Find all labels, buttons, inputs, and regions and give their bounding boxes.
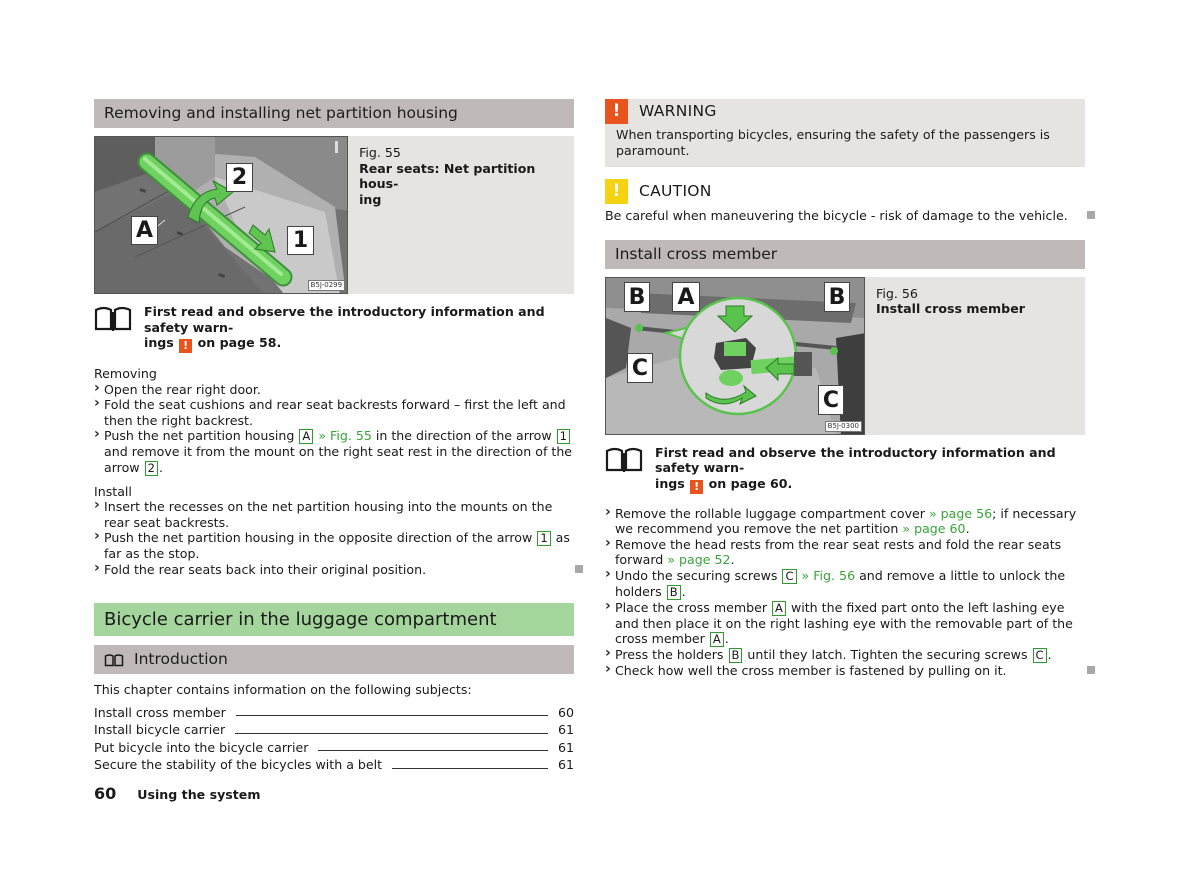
figure-56: B A B C C B5J-0300 Fig. 56 Install cross…: [605, 276, 1085, 435]
warning-icon: !: [605, 99, 628, 124]
label-2: 2: [226, 163, 253, 192]
step: Undo the securing screws C » Fig. 56 and…: [605, 567, 1085, 600]
book-icon: [94, 306, 132, 331]
page-number: 60: [94, 784, 117, 803]
ref-box-1: 1: [556, 429, 570, 444]
figure-code: B5J-0299: [307, 280, 346, 291]
figure-56-illustration: B A B C C B5J-0300: [605, 276, 865, 435]
warning-mark-icon: !: [690, 479, 704, 494]
section-end-marker: [575, 564, 583, 573]
install-heading: Install: [94, 483, 132, 499]
page-link[interactable]: on page 60.: [709, 476, 793, 491]
step: Place the cross member A with the fixed …: [605, 599, 1085, 647]
page-footer: 60 Using the system: [94, 786, 260, 803]
section-heading-net-partition: Removing and installing net partition ho…: [94, 99, 574, 128]
page-link[interactable]: » page 52: [667, 552, 730, 567]
figure-code: B5J-0300: [824, 420, 862, 432]
label-b-right: B: [824, 281, 850, 312]
step: Check how well the cross member is faste…: [605, 662, 1095, 679]
book-icon: [104, 653, 124, 666]
step: Push the net partition housing in the op…: [94, 529, 574, 562]
install-steps: Remove the rollable luggage compartment …: [605, 505, 1095, 679]
caution-title: CAUTION: [639, 181, 712, 200]
step: Open the rear right door.: [94, 381, 574, 398]
section-heading-cross-member: Install cross member: [605, 239, 1085, 269]
warning-mark-icon: !: [179, 339, 193, 353]
step: Fold the seat cushions and rear seat bac…: [94, 396, 574, 428]
caution-text: Be careful when maneuvering the bicycle …: [605, 208, 1068, 223]
removing-heading: Removing: [94, 366, 157, 381]
label-c-left: C: [627, 352, 653, 383]
right-column: ! WARNING When transporting bicycles, en…: [605, 99, 1095, 679]
ref-box-1: 1: [537, 531, 551, 546]
step: Remove the head rests from the rear seat…: [605, 536, 1085, 568]
page-link[interactable]: » page 60: [902, 521, 965, 536]
toc-item[interactable]: Secure the stability of the bicycles wit…: [94, 755, 574, 773]
label-a: A: [672, 281, 700, 312]
step: Press the holders B until they latch. Ti…: [605, 646, 1085, 663]
warning-title: WARNING: [639, 101, 717, 120]
step: Push the net partition housing A » Fig. …: [94, 427, 574, 476]
step: Fold the rear seats back into their orig…: [94, 561, 583, 578]
notice-ref: ings ! on page 60.: [655, 475, 793, 494]
toc-list: Install cross member 60 Install bicycle c…: [94, 703, 574, 773]
figure-title: Install cross member: [876, 301, 1025, 316]
toc-item[interactable]: Put bicycle into the bicycle carrier 61: [94, 738, 574, 756]
page-link[interactable]: » page 56: [929, 506, 992, 521]
footer-section: Using the system: [137, 787, 261, 802]
figure-title-line: Rear seats: Net partition hous-: [359, 160, 536, 192]
intro-text: This chapter contains information on the…: [94, 682, 472, 697]
figure-55-caption: Fig. 55 Rear seats: Net partition hous- …: [348, 136, 574, 294]
ref-box-a: A: [299, 429, 314, 444]
notice-ref: ings ! on page 58.: [144, 335, 282, 353]
warning-box: ! WARNING When transporting bicycles, en…: [605, 99, 1085, 167]
ref-box-2: 2: [144, 460, 158, 476]
chapter-heading: Bicycle carrier in the luggage compartme…: [94, 603, 574, 636]
figure-55: A 2 1 B5J-0299 Fig. 55 Rear seats: Net p…: [94, 136, 574, 294]
fig-link[interactable]: » Fig. 56: [802, 568, 856, 583]
safety-notice: First read and observe the introductory …: [605, 445, 1085, 494]
label-a: A: [131, 216, 158, 245]
safety-notice: First read and observe the introductory …: [94, 304, 574, 353]
ref-box-c: C: [782, 568, 797, 584]
label-b-left: B: [624, 281, 650, 312]
ref-box-a: A: [772, 600, 786, 616]
section-end-marker: [1087, 666, 1095, 674]
figure-title: Rear seats: Net partition hous- ing: [359, 161, 574, 208]
step: Insert the recesses on the net partition…: [94, 498, 574, 530]
figure-title-line: ing: [359, 191, 382, 207]
ref-box-c: C: [1032, 648, 1047, 663]
figure-56-caption: Fig. 56 Install cross member: [865, 277, 1025, 435]
caution-box: ! CAUTION Be careful when maneuvering th…: [605, 179, 1095, 224]
figure-55-illustration: A 2 1 B5J-0299: [94, 136, 349, 294]
notice-text: First read and observe the introductory …: [144, 304, 545, 335]
intro-heading: Introduction: [94, 645, 574, 674]
step: Remove the rollable luggage compartment …: [605, 505, 1085, 537]
ref-box-b: B: [728, 648, 743, 663]
toc-item[interactable]: Install cross member 60: [94, 703, 574, 721]
notice-text: First read and observe the introductory …: [655, 444, 1056, 476]
toc-item[interactable]: Install bicycle carrier 61: [94, 720, 574, 738]
figure-number: Fig. 56: [876, 285, 918, 301]
warning-text: When transporting bicycles, ensuring the…: [616, 127, 1050, 158]
caution-icon: !: [605, 179, 628, 204]
ref-box-b: B: [666, 584, 681, 600]
label-c-right: C: [818, 384, 844, 415]
figure-number: Fig. 55: [359, 145, 401, 160]
section-end-marker: [1087, 211, 1095, 219]
ref-box-a: A: [709, 632, 724, 647]
book-icon: [605, 447, 643, 472]
page-link[interactable]: on page 58.: [198, 335, 282, 350]
left-column: Removing and installing net partition ho…: [94, 99, 583, 773]
fig-link[interactable]: » Fig. 55: [318, 428, 372, 443]
label-1: 1: [287, 226, 314, 255]
